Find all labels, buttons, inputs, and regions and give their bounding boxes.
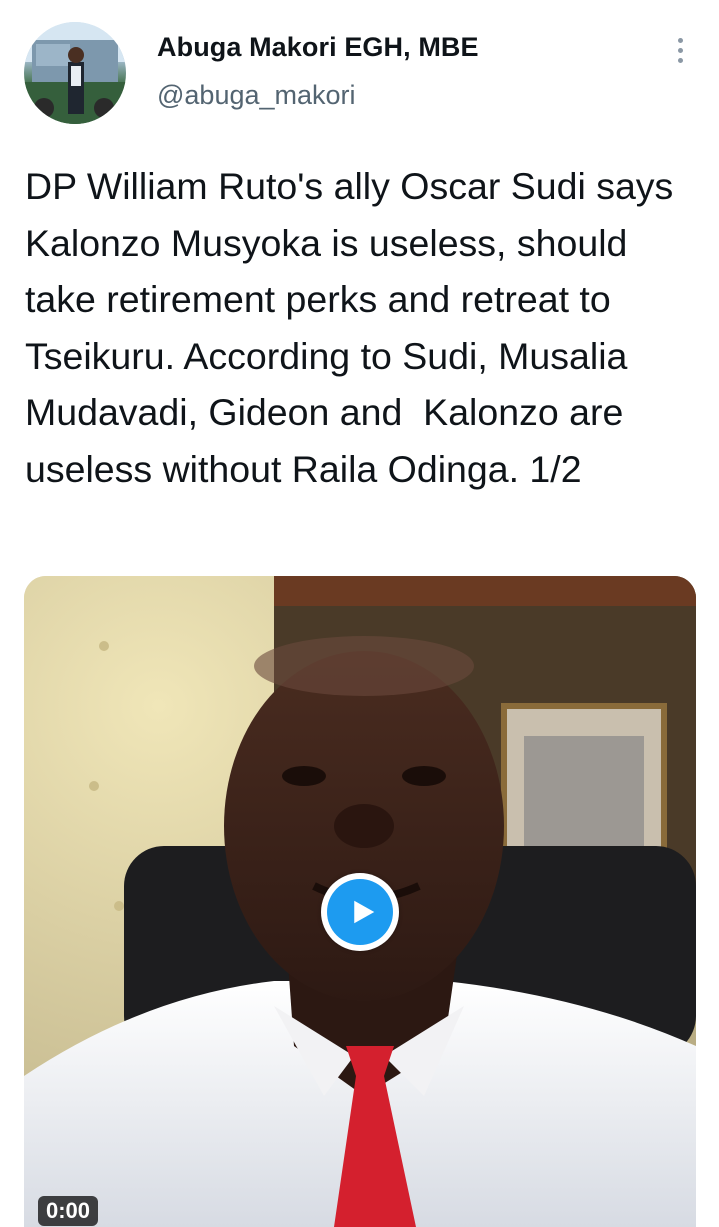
more-button[interactable] (660, 30, 700, 70)
avatar[interactable] (24, 22, 126, 124)
display-name[interactable]: Abuga Makori EGH, MBE (157, 32, 479, 63)
video-duration-badge: 0:00 (38, 1196, 99, 1226)
tweet-text: DP William Ruto's ally Oscar Sudi says K… (25, 165, 684, 490)
video-player[interactable]: 0:00 (24, 576, 696, 1227)
handle[interactable]: @abuga_makori (157, 80, 356, 111)
play-icon (353, 900, 374, 924)
tweet[interactable]: Abuga Makori EGH, MBE @abuga_makori DP W… (0, 0, 719, 1227)
avatar-image (24, 22, 126, 124)
more-vertical-icon (677, 37, 683, 63)
play-button[interactable] (321, 873, 399, 951)
